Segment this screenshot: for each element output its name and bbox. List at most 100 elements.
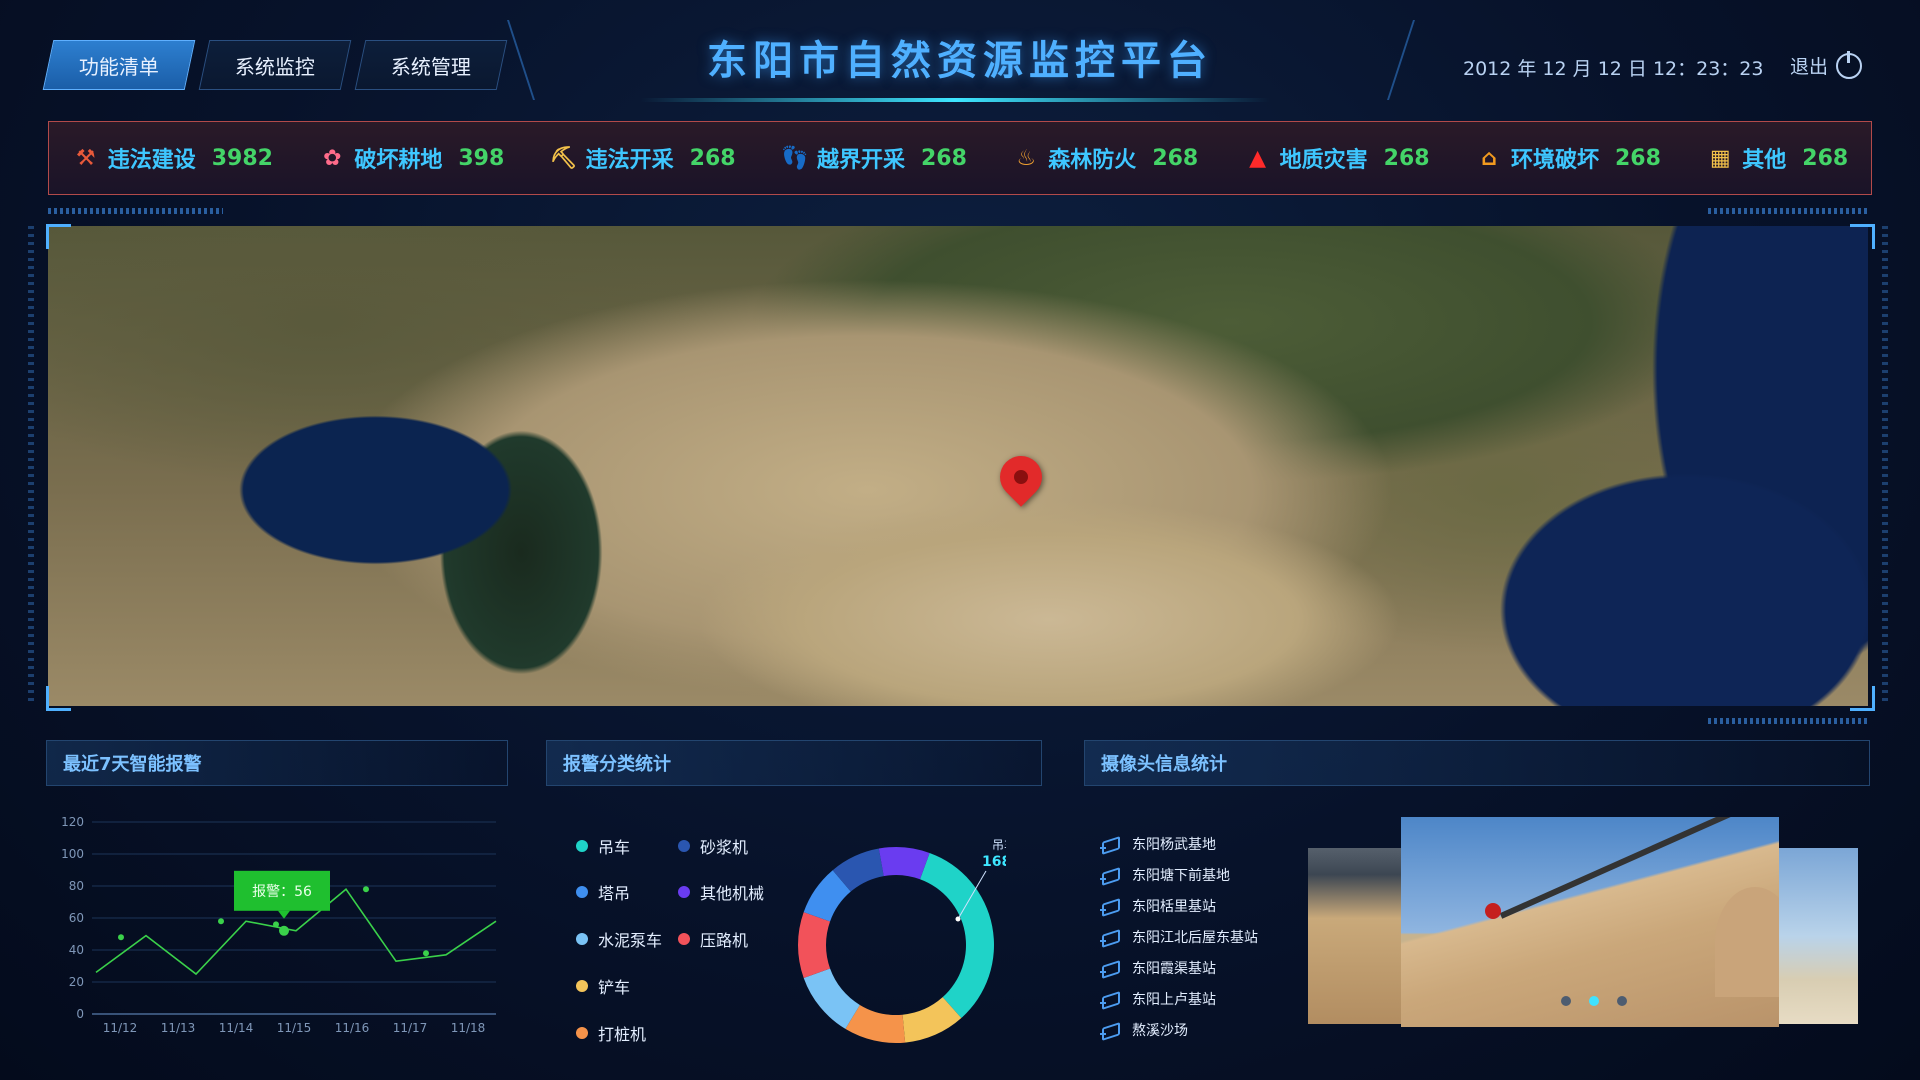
legend-item[interactable]: 压路机 xyxy=(678,927,748,951)
logout-button[interactable]: 退出 xyxy=(1790,50,1863,79)
legend-item[interactable]: 水泥泵车 xyxy=(576,927,662,951)
donut-slice xyxy=(797,912,831,978)
category-overboundary-mining[interactable]: 👣 越界开采 268 xyxy=(781,142,967,174)
carousel-dot[interactable] xyxy=(1589,996,1599,1006)
camera-name: 熬溪沙场 xyxy=(1132,1022,1188,1039)
camera-item[interactable]: 东阳江北后屋东基站 xyxy=(1100,921,1340,952)
page-title: 东阳市自然资源监控平台 xyxy=(707,38,1213,84)
panel-title: 摄像头信息统计 xyxy=(1084,740,1870,786)
x-tick-label: 11/15 xyxy=(277,1021,312,1035)
category-count: 268 xyxy=(920,145,967,171)
legend-item[interactable]: 吊车 xyxy=(576,834,630,858)
legend-label: 铲车 xyxy=(598,978,631,997)
environment-icon: ⌂ xyxy=(1481,145,1497,171)
deco-ticks xyxy=(1708,718,1870,724)
category-count: 268 xyxy=(1614,145,1661,171)
line-chart-svg: 0 20 40 60 80 100 120 11/12 11/13 11/14 11/15 11/16… xyxy=(61,815,497,1035)
tab-system-management[interactable]: 系统管理 xyxy=(354,40,508,90)
carousel-dot[interactable] xyxy=(1561,996,1571,1006)
camera-name: 东阳上卢基站 xyxy=(1132,991,1216,1008)
camera-item[interactable]: 熬溪沙场 xyxy=(1100,1014,1340,1045)
panel-title: 报警分类统计 xyxy=(546,740,1042,786)
camera-item[interactable]: 东阳霞渠基站 xyxy=(1100,952,1340,983)
tooltip-label: 报警：56 xyxy=(252,884,312,900)
carousel-dots xyxy=(1561,996,1627,1006)
category-label: 其他 xyxy=(1742,148,1787,173)
camera-item[interactable]: 东阳上卢基站 xyxy=(1100,983,1340,1014)
category-label: 违法开采 xyxy=(585,148,674,173)
carousel-dot[interactable] xyxy=(1617,996,1627,1006)
legend-item[interactable]: 砂浆机 xyxy=(678,834,748,858)
category-farmland-damage[interactable]: ✿ 破坏耕地 398 xyxy=(318,142,504,174)
classify-donut-chart: 吊车 1685 xyxy=(786,820,1021,1050)
legend-item[interactable]: 铲车 xyxy=(576,974,630,998)
legend-item[interactable]: 其他机械 xyxy=(678,880,764,904)
legend-dot xyxy=(576,1027,588,1039)
camera-list: 东阳杨武基地 东阳塘下前基地 东阳栝里基站 东阳江北后屋东基站 东阳霞渠基站 东… xyxy=(1100,828,1340,1045)
donut-slice xyxy=(920,852,995,1019)
camera-item[interactable]: 东阳塘下前基地 xyxy=(1100,859,1340,890)
legend-label: 其他机械 xyxy=(700,884,765,903)
conveyor-belt xyxy=(1499,817,1740,919)
highlight-point xyxy=(279,925,289,936)
data-point xyxy=(218,918,224,925)
tab-function-list[interactable]: 功能清单 xyxy=(42,40,196,90)
category-illegal-mining[interactable]: ⛏ 违法开采 268 xyxy=(550,142,736,174)
camera-name: 东阳杨武基地 xyxy=(1132,836,1216,853)
forest-fire-icon: ♨ xyxy=(1016,145,1037,171)
satellite-map[interactable] xyxy=(48,226,1868,706)
deco-side-bar xyxy=(1882,226,1888,706)
map-corner xyxy=(1850,686,1875,711)
category-label: 破坏耕地 xyxy=(354,148,443,173)
donut-label-value: 1685 xyxy=(982,854,1006,870)
farmland-icon: ✿ xyxy=(323,145,342,171)
y-tick-label: 60 xyxy=(69,911,84,925)
legend-dot xyxy=(576,933,588,945)
camera-item[interactable]: 东阳杨武基地 xyxy=(1100,828,1340,859)
tab-label: 功能清单 xyxy=(79,54,159,79)
category-environment-damage[interactable]: ⌂ 环境破坏 268 xyxy=(1475,142,1661,174)
legend-dot xyxy=(576,980,588,992)
title-underline xyxy=(640,98,1270,102)
map-corner xyxy=(46,686,71,711)
panel-title: 最近7天智能报警 xyxy=(46,740,508,786)
camera-name: 东阳江北后屋东基站 xyxy=(1132,929,1258,946)
donut-label-dot xyxy=(955,916,961,922)
map-corner xyxy=(46,224,71,249)
legend-label: 打桩机 xyxy=(598,1025,647,1044)
category-other[interactable]: ▦ 其他 268 xyxy=(1706,142,1848,174)
camera-icon xyxy=(1100,899,1120,913)
legend-dot xyxy=(576,840,588,852)
y-tick-label: 120 xyxy=(61,815,84,829)
legend-dot xyxy=(678,840,690,852)
legend-item[interactable]: 打桩机 xyxy=(576,1021,646,1045)
data-point xyxy=(273,921,279,928)
category-strip: ⚒ 违法建设 3982 ✿ 破坏耕地 398 ⛏ 违法开采 268 👣 越界开采… xyxy=(48,121,1872,195)
camera-name: 东阳栝里基站 xyxy=(1132,898,1216,915)
tab-system-monitor[interactable]: 系统监控 xyxy=(198,40,352,90)
x-tick-label: 11/14 xyxy=(219,1021,254,1035)
camera-icon xyxy=(1100,930,1120,944)
title-wrap: 东阳市自然资源监控平台 xyxy=(520,18,1400,100)
map-corner xyxy=(1850,224,1875,249)
legend-label: 压路机 xyxy=(700,931,749,950)
carousel-next-image[interactable] xyxy=(1776,848,1858,1024)
camera-item[interactable]: 东阳栝里基站 xyxy=(1100,890,1340,921)
legend-label: 吊车 xyxy=(598,838,631,857)
camera-name: 东阳霞渠基站 xyxy=(1132,960,1216,977)
power-icon xyxy=(1836,50,1863,79)
carousel-prev-image[interactable] xyxy=(1308,848,1404,1024)
tab-label: 系统监控 xyxy=(235,54,315,79)
category-forest-fire[interactable]: ♨ 森林防火 268 xyxy=(1012,142,1198,174)
grid-icon: ▦ xyxy=(1709,145,1731,171)
category-geo-disaster[interactable]: ▲ 地质灾害 268 xyxy=(1244,142,1429,174)
legend-dot xyxy=(678,933,690,945)
machine-part xyxy=(1485,903,1501,919)
legend-item[interactable]: 塔吊 xyxy=(576,880,630,904)
category-illegal-construction[interactable]: ⚒ 违法建设 3982 xyxy=(72,142,273,174)
donut-svg: 吊车 1685 xyxy=(797,837,1021,1043)
camera-name: 东阳塘下前基地 xyxy=(1132,867,1230,884)
construction-icon: ⚒ xyxy=(75,145,96,171)
y-tick-label: 100 xyxy=(61,847,84,861)
category-label: 森林防火 xyxy=(1048,148,1137,173)
